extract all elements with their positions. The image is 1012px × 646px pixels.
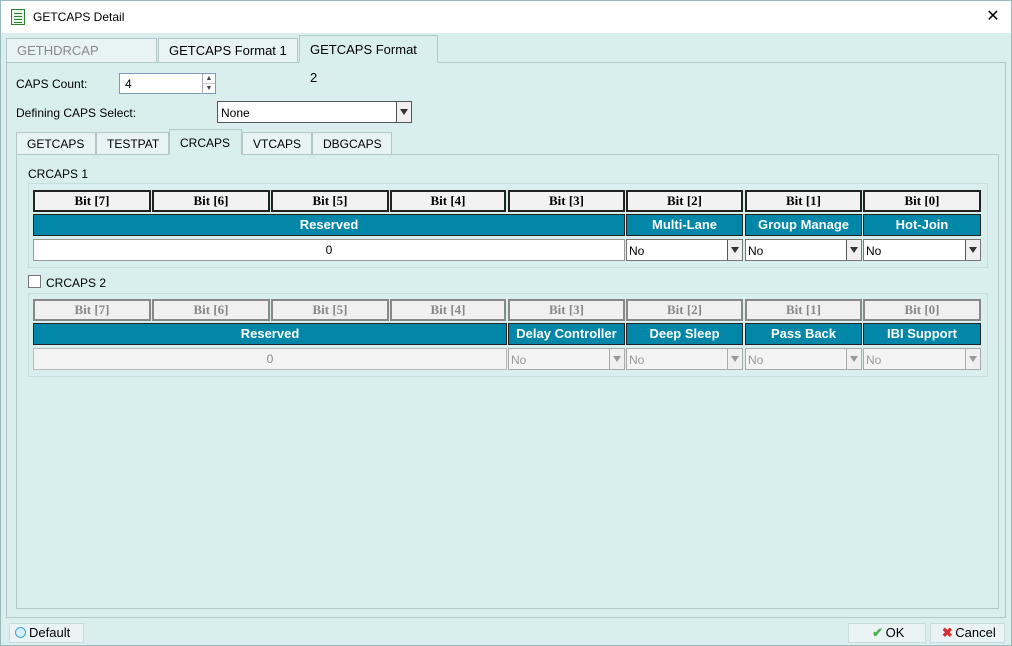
crcaps2-ibi-support-field: IBI Support bbox=[863, 323, 981, 345]
crcaps2-bit3-header: Bit [3] bbox=[508, 299, 625, 321]
crcaps2-deep-sleep-field: Deep Sleep bbox=[626, 323, 743, 345]
select-value: No bbox=[629, 353, 645, 367]
crcaps2-pass-back-field: Pass Back bbox=[745, 323, 862, 345]
defining-caps-label: Defining CAPS Select: bbox=[16, 106, 137, 120]
cancel-label: Cancel bbox=[955, 625, 996, 640]
select-value: No bbox=[866, 244, 882, 258]
chevron-down-icon[interactable] bbox=[396, 102, 411, 122]
caps-count-value: 4 bbox=[125, 77, 132, 91]
spin-up-icon[interactable]: ▲ bbox=[202, 74, 215, 84]
tab-getcaps-format-2[interactable]: GETCAPS Format 2 bbox=[299, 35, 438, 85]
caps-count-spinner[interactable]: 4 ▲ ▼ bbox=[119, 73, 216, 94]
chevron-down-icon[interactable] bbox=[846, 349, 861, 369]
getcaps-detail-window: GETCAPS Detail ✕ GETHDRCAP (Ver1.0) GETC… bbox=[0, 0, 1012, 646]
spin-down-icon[interactable]: ▼ bbox=[202, 84, 215, 94]
ok-label: OK bbox=[885, 625, 905, 640]
crcaps1-bit2-header: Bit [2] bbox=[626, 190, 743, 212]
chevron-down-icon[interactable] bbox=[846, 240, 861, 260]
close-button[interactable]: ✕ bbox=[979, 3, 1007, 31]
crcaps1-title: CRCAPS 1 bbox=[28, 167, 89, 181]
checkmark-icon: ✔ bbox=[872, 625, 884, 640]
crcaps2-bit0-header: Bit [0] bbox=[863, 299, 981, 321]
window-title: GETCAPS Detail bbox=[33, 10, 125, 24]
chevron-down-icon[interactable] bbox=[965, 240, 980, 260]
crcaps2-bit2-header: Bit [2] bbox=[626, 299, 743, 321]
crcaps2-ibi-support-select[interactable]: No bbox=[863, 348, 981, 370]
crcaps2-delay-controller-select[interactable]: No bbox=[508, 348, 625, 370]
crcaps1-reserved-field: Reserved bbox=[33, 214, 625, 236]
crcaps1-group-manage-field: Group Manage bbox=[745, 214, 862, 236]
select-value: No bbox=[511, 353, 527, 367]
subtab-testpat[interactable]: TESTPAT bbox=[96, 132, 169, 155]
title-bar: GETCAPS Detail ✕ bbox=[1, 1, 1011, 33]
crcaps1-bit6-header: Bit [6] bbox=[152, 190, 270, 212]
subtab-getcaps[interactable]: GETCAPS bbox=[16, 132, 96, 155]
crcaps1-bit5-header: Bit [5] bbox=[271, 190, 389, 212]
crcaps2-delay-controller-field: Delay Controller bbox=[508, 323, 625, 345]
crcaps2-pass-back-select[interactable]: No bbox=[745, 348, 862, 370]
crcaps2-bit6-header: Bit [6] bbox=[152, 299, 270, 321]
select-value: No bbox=[629, 244, 645, 258]
default-button[interactable]: Default bbox=[9, 623, 84, 643]
crcaps2-reserved-field: Reserved bbox=[33, 323, 507, 345]
crcaps1-multi-lane-field: Multi-Lane bbox=[626, 214, 743, 236]
select-value: No bbox=[748, 353, 764, 367]
crcaps1-bit4-header: Bit [4] bbox=[390, 190, 506, 212]
subtab-dbgcaps[interactable]: DBGCAPS bbox=[312, 132, 392, 155]
default-label: Default bbox=[29, 625, 71, 640]
crcaps1-multi-lane-select[interactable]: No bbox=[626, 239, 743, 261]
defining-caps-value: None bbox=[221, 106, 250, 120]
defining-caps-select[interactable]: None bbox=[217, 101, 412, 123]
chevron-down-icon[interactable] bbox=[727, 240, 742, 260]
cross-icon: ✖ bbox=[941, 625, 953, 640]
crcaps1-bit3-header: Bit [3] bbox=[508, 190, 625, 212]
crcaps1-hot-join-select[interactable]: No bbox=[863, 239, 981, 261]
crcaps1-bit0-header: Bit [0] bbox=[863, 190, 981, 212]
ok-button[interactable]: ✔ OK bbox=[848, 623, 926, 643]
close-icon: ✕ bbox=[986, 8, 1000, 25]
select-value: No bbox=[866, 353, 882, 367]
crcaps1-group-manage-select[interactable]: No bbox=[745, 239, 862, 261]
select-value: No bbox=[748, 244, 764, 258]
chevron-down-icon[interactable] bbox=[727, 349, 742, 369]
chevron-down-icon[interactable] bbox=[965, 349, 980, 369]
subtab-vtcaps[interactable]: VTCAPS bbox=[242, 132, 312, 155]
document-icon bbox=[11, 9, 25, 25]
crcaps2-bit1-header: Bit [1] bbox=[745, 299, 862, 321]
tab-gethdrcap[interactable]: GETHDRCAP (Ver1.0) bbox=[6, 38, 157, 82]
caps-count-label: CAPS Count: bbox=[16, 77, 88, 91]
crcaps1-bit7-header: Bit [7] bbox=[33, 190, 151, 212]
crcaps2-bit5-header: Bit [5] bbox=[271, 299, 389, 321]
cancel-button[interactable]: ✖ Cancel bbox=[930, 623, 1005, 643]
crcaps2-bit4-header: Bit [4] bbox=[390, 299, 506, 321]
crcaps1-hot-join-field: Hot-Join bbox=[863, 214, 981, 236]
chevron-down-icon[interactable] bbox=[609, 349, 624, 369]
crcaps2-reserved-value[interactable]: 0 bbox=[33, 348, 507, 370]
default-icon bbox=[15, 627, 26, 638]
crcaps2-title: CRCAPS 2 bbox=[46, 276, 107, 290]
crcaps1-reserved-value[interactable]: 0 bbox=[33, 239, 625, 261]
crcaps2-deep-sleep-select[interactable]: No bbox=[626, 348, 743, 370]
crcaps2-checkbox[interactable] bbox=[28, 275, 41, 288]
tab-getcaps-format-1[interactable]: GETCAPS Format 1 bbox=[158, 38, 298, 63]
subtab-crcaps[interactable]: CRCAPS bbox=[169, 129, 242, 155]
crcaps2-bit7-header: Bit [7] bbox=[33, 299, 151, 321]
crcaps1-bit1-header: Bit [1] bbox=[745, 190, 862, 212]
